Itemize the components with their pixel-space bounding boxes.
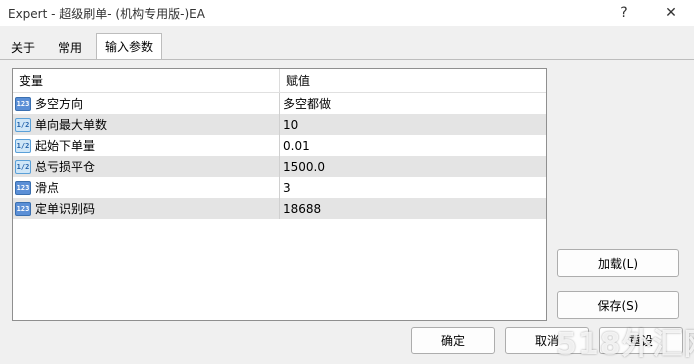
tab-common[interactable]: 常用 (49, 34, 92, 59)
param-name: 总亏损平仓 (35, 160, 96, 174)
table-row[interactable]: 1/2 单向最大单数 10 (13, 114, 546, 135)
save-button[interactable]: 保存(S) (557, 291, 679, 319)
cell-divider (279, 93, 280, 114)
help-icon[interactable]: ? (601, 0, 647, 26)
table-row[interactable]: 123 滑点 3 (13, 177, 546, 198)
param-name-cell: 123 定单识别码 (15, 198, 95, 219)
param-name: 滑点 (35, 181, 60, 195)
integer-type-icon: 123 (15, 96, 31, 111)
table-row[interactable]: 123 定单识别码 18688 (13, 198, 546, 219)
cell-divider (279, 177, 280, 198)
tab-inputs[interactable]: 输入参数 (96, 33, 163, 59)
param-name: 多空方向 (35, 97, 84, 111)
tab-about[interactable]: 关于 (2, 34, 45, 59)
param-value[interactable]: 多空都做 (283, 93, 331, 114)
cell-divider (279, 198, 280, 219)
window-title: Expert - 超级刷单- (机构专用版-)EA (8, 7, 205, 21)
column-header-value[interactable]: 赋值 (286, 69, 310, 92)
watermark: 518外汇网 (556, 327, 694, 362)
load-button[interactable]: 加载(L) (557, 249, 679, 277)
column-divider[interactable] (279, 69, 280, 92)
param-value[interactable]: 3 (283, 177, 291, 198)
integer-type-icon: 123 (15, 201, 31, 216)
param-value[interactable]: 0.01 (283, 135, 310, 156)
table-row[interactable]: 123 多空方向 多空都做 (13, 93, 546, 114)
param-value[interactable]: 18688 (283, 198, 321, 219)
double-type-icon: 1/2 (15, 117, 31, 132)
ok-button[interactable]: 确定 (411, 327, 495, 354)
param-name-cell: 123 多空方向 (15, 93, 83, 114)
title-bar: Expert - 超级刷单- (机构专用版-)EA ? ✕ (0, 0, 694, 26)
param-name-cell: 1/2 总亏损平仓 (15, 156, 95, 177)
parameters-table: 变量 赋值 123 多空方向 多空都做 1/2 单向最大单数 10 1/2 起始… (12, 68, 547, 321)
param-name-cell: 1/2 单向最大单数 (15, 114, 107, 135)
tab-inputs-label: 输入参数 (105, 40, 154, 54)
column-header-variable[interactable]: 变量 (19, 69, 43, 92)
param-name: 单向最大单数 (35, 118, 108, 132)
double-type-icon: 1/2 (15, 138, 31, 153)
table-row[interactable]: 1/2 总亏损平仓 1500.0 (13, 156, 546, 177)
integer-type-icon: 123 (15, 180, 31, 195)
param-name: 起始下单量 (35, 139, 96, 153)
param-name-cell: 1/2 起始下单量 (15, 135, 95, 156)
cell-divider (279, 114, 280, 135)
cell-divider (279, 156, 280, 177)
cell-divider (279, 135, 280, 156)
table-header: 变量 赋值 (13, 69, 546, 93)
param-name-cell: 123 滑点 (15, 177, 59, 198)
param-value[interactable]: 10 (283, 114, 298, 135)
tab-common-label: 常用 (58, 40, 83, 55)
table-row[interactable]: 1/2 起始下单量 0.01 (13, 135, 546, 156)
close-icon[interactable]: ✕ (648, 0, 694, 26)
tab-about-label: 关于 (11, 40, 36, 55)
double-type-icon: 1/2 (15, 159, 31, 174)
param-name: 定单识别码 (35, 202, 96, 216)
param-value[interactable]: 1500.0 (283, 156, 325, 177)
